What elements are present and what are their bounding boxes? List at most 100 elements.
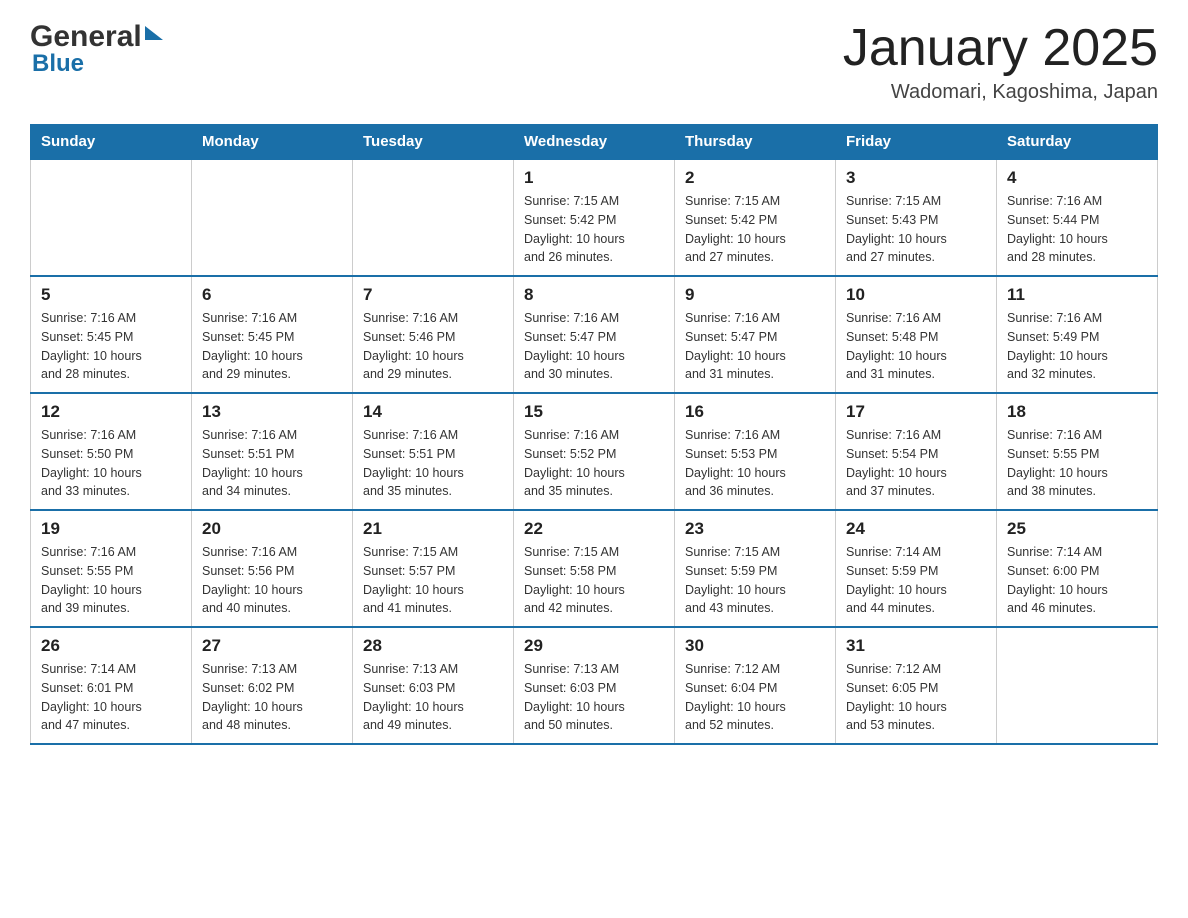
weekday-header-monday: Monday xyxy=(192,125,353,160)
weekday-header-tuesday: Tuesday xyxy=(353,125,514,160)
day-info: Sunrise: 7:14 AM Sunset: 6:01 PM Dayligh… xyxy=(41,660,181,735)
calendar-table: SundayMondayTuesdayWednesdayThursdayFrid… xyxy=(30,124,1158,745)
day-info: Sunrise: 7:15 AM Sunset: 5:57 PM Dayligh… xyxy=(363,543,503,618)
calendar-cell: 27 Sunrise: 7:13 AM Sunset: 6:02 PM Dayli… xyxy=(192,627,353,744)
page-header: General Blue January 2025 Wadomari, Kago… xyxy=(30,20,1158,104)
calendar-cell: 12 Sunrise: 7:16 AM Sunset: 5:50 PM Dayli… xyxy=(31,393,192,510)
calendar-week-1: 1 Sunrise: 7:15 AM Sunset: 5:42 PM Daylig… xyxy=(31,159,1158,276)
calendar-cell: 26 Sunrise: 7:14 AM Sunset: 6:01 PM Dayli… xyxy=(31,627,192,744)
day-number: 11 xyxy=(1007,285,1147,305)
calendar-cell: 19 Sunrise: 7:16 AM Sunset: 5:55 PM Dayli… xyxy=(31,510,192,627)
calendar-cell: 25 Sunrise: 7:14 AM Sunset: 6:00 PM Dayli… xyxy=(997,510,1158,627)
calendar-cell: 3 Sunrise: 7:15 AM Sunset: 5:43 PM Daylig… xyxy=(836,159,997,276)
day-number: 28 xyxy=(363,636,503,656)
calendar-cell: 15 Sunrise: 7:16 AM Sunset: 5:52 PM Dayli… xyxy=(514,393,675,510)
logo-arrow-icon xyxy=(145,26,163,40)
weekday-header-thursday: Thursday xyxy=(675,125,836,160)
logo: General Blue xyxy=(30,20,163,78)
day-number: 16 xyxy=(685,402,825,422)
calendar-cell xyxy=(997,627,1158,744)
calendar-cell: 31Sunrise: 7:12 AM Sunset: 6:05 PM Dayli… xyxy=(836,627,997,744)
day-number: 30 xyxy=(685,636,825,656)
day-number: 2 xyxy=(685,168,825,188)
day-info: Sunrise: 7:13 AM Sunset: 6:03 PM Dayligh… xyxy=(363,660,503,735)
day-info: Sunrise: 7:16 AM Sunset: 5:48 PM Dayligh… xyxy=(846,309,986,384)
calendar-cell: 2Sunrise: 7:15 AM Sunset: 5:42 PM Daylig… xyxy=(675,159,836,276)
day-info: Sunrise: 7:16 AM Sunset: 5:47 PM Dayligh… xyxy=(685,309,825,384)
day-number: 15 xyxy=(524,402,664,422)
day-number: 5 xyxy=(41,285,181,305)
calendar-cell: 13 Sunrise: 7:16 AM Sunset: 5:51 PM Dayli… xyxy=(192,393,353,510)
calendar-cell: 5Sunrise: 7:16 AM Sunset: 5:45 PM Daylig… xyxy=(31,276,192,393)
calendar-cell: 8 Sunrise: 7:16 AM Sunset: 5:47 PM Daylig… xyxy=(514,276,675,393)
day-number: 8 xyxy=(524,285,664,305)
day-number: 19 xyxy=(41,519,181,539)
calendar-cell: 17 Sunrise: 7:16 AM Sunset: 5:54 PM Dayli… xyxy=(836,393,997,510)
day-info: Sunrise: 7:16 AM Sunset: 5:54 PM Dayligh… xyxy=(846,426,986,501)
day-number: 17 xyxy=(846,402,986,422)
day-info: Sunrise: 7:16 AM Sunset: 5:50 PM Dayligh… xyxy=(41,426,181,501)
day-info: Sunrise: 7:16 AM Sunset: 5:51 PM Dayligh… xyxy=(202,426,342,501)
day-info: Sunrise: 7:16 AM Sunset: 5:47 PM Dayligh… xyxy=(524,309,664,384)
day-number: 12 xyxy=(41,402,181,422)
logo-general-text: General xyxy=(30,20,142,54)
calendar-cell: 7Sunrise: 7:16 AM Sunset: 5:46 PM Daylig… xyxy=(353,276,514,393)
weekday-header-saturday: Saturday xyxy=(997,125,1158,160)
day-info: Sunrise: 7:12 AM Sunset: 6:04 PM Dayligh… xyxy=(685,660,825,735)
calendar-week-3: 12 Sunrise: 7:16 AM Sunset: 5:50 PM Dayli… xyxy=(31,393,1158,510)
day-number: 27 xyxy=(202,636,342,656)
day-info: Sunrise: 7:14 AM Sunset: 6:00 PM Dayligh… xyxy=(1007,543,1147,618)
day-number: 7 xyxy=(363,285,503,305)
day-number: 3 xyxy=(846,168,986,188)
day-number: 18 xyxy=(1007,402,1147,422)
calendar-cell xyxy=(353,159,514,276)
calendar-cell: 22 Sunrise: 7:15 AM Sunset: 5:58 PM Dayli… xyxy=(514,510,675,627)
calendar-cell: 18Sunrise: 7:16 AM Sunset: 5:55 PM Dayli… xyxy=(997,393,1158,510)
calendar-cell: 10 Sunrise: 7:16 AM Sunset: 5:48 PM Dayli… xyxy=(836,276,997,393)
day-number: 31 xyxy=(846,636,986,656)
calendar-cell: 14Sunrise: 7:16 AM Sunset: 5:51 PM Dayli… xyxy=(353,393,514,510)
day-number: 6 xyxy=(202,285,342,305)
day-number: 4 xyxy=(1007,168,1147,188)
calendar-cell: 4Sunrise: 7:16 AM Sunset: 5:44 PM Daylig… xyxy=(997,159,1158,276)
calendar-cell: 28 Sunrise: 7:13 AM Sunset: 6:03 PM Dayli… xyxy=(353,627,514,744)
day-info: Sunrise: 7:15 AM Sunset: 5:59 PM Dayligh… xyxy=(685,543,825,618)
day-info: Sunrise: 7:16 AM Sunset: 5:55 PM Dayligh… xyxy=(41,543,181,618)
calendar-cell xyxy=(31,159,192,276)
weekday-header-wednesday: Wednesday xyxy=(514,125,675,160)
month-title: January 2025 xyxy=(843,20,1158,77)
title-block: January 2025 Wadomari, Kagoshima, Japan xyxy=(843,20,1158,104)
day-info: Sunrise: 7:16 AM Sunset: 5:52 PM Dayligh… xyxy=(524,426,664,501)
calendar-cell xyxy=(192,159,353,276)
day-number: 23 xyxy=(685,519,825,539)
day-number: 10 xyxy=(846,285,986,305)
day-number: 13 xyxy=(202,402,342,422)
day-number: 24 xyxy=(846,519,986,539)
calendar-week-2: 5Sunrise: 7:16 AM Sunset: 5:45 PM Daylig… xyxy=(31,276,1158,393)
day-info: Sunrise: 7:13 AM Sunset: 6:03 PM Dayligh… xyxy=(524,660,664,735)
day-info: Sunrise: 7:16 AM Sunset: 5:56 PM Dayligh… xyxy=(202,543,342,618)
day-number: 26 xyxy=(41,636,181,656)
day-number: 22 xyxy=(524,519,664,539)
day-number: 25 xyxy=(1007,519,1147,539)
day-number: 29 xyxy=(524,636,664,656)
calendar-cell: 30 Sunrise: 7:12 AM Sunset: 6:04 PM Dayli… xyxy=(675,627,836,744)
weekday-header-friday: Friday xyxy=(836,125,997,160)
day-number: 21 xyxy=(363,519,503,539)
calendar-cell: 24Sunrise: 7:14 AM Sunset: 5:59 PM Dayli… xyxy=(836,510,997,627)
day-info: Sunrise: 7:16 AM Sunset: 5:53 PM Dayligh… xyxy=(685,426,825,501)
calendar-cell: 21 Sunrise: 7:15 AM Sunset: 5:57 PM Dayli… xyxy=(353,510,514,627)
day-number: 14 xyxy=(363,402,503,422)
day-info: Sunrise: 7:15 AM Sunset: 5:58 PM Dayligh… xyxy=(524,543,664,618)
day-info: Sunrise: 7:16 AM Sunset: 5:49 PM Dayligh… xyxy=(1007,309,1147,384)
calendar-cell: 9 Sunrise: 7:16 AM Sunset: 5:47 PM Daylig… xyxy=(675,276,836,393)
day-number: 9 xyxy=(685,285,825,305)
location-text: Wadomari, Kagoshima, Japan xyxy=(843,81,1158,104)
day-number: 1 xyxy=(524,168,664,188)
day-info: Sunrise: 7:15 AM Sunset: 5:43 PM Dayligh… xyxy=(846,192,986,267)
calendar-cell: 23 Sunrise: 7:15 AM Sunset: 5:59 PM Dayli… xyxy=(675,510,836,627)
calendar-cell: 11 Sunrise: 7:16 AM Sunset: 5:49 PM Dayli… xyxy=(997,276,1158,393)
day-info: Sunrise: 7:15 AM Sunset: 5:42 PM Dayligh… xyxy=(524,192,664,267)
calendar-cell: 1 Sunrise: 7:15 AM Sunset: 5:42 PM Daylig… xyxy=(514,159,675,276)
day-info: Sunrise: 7:13 AM Sunset: 6:02 PM Dayligh… xyxy=(202,660,342,735)
